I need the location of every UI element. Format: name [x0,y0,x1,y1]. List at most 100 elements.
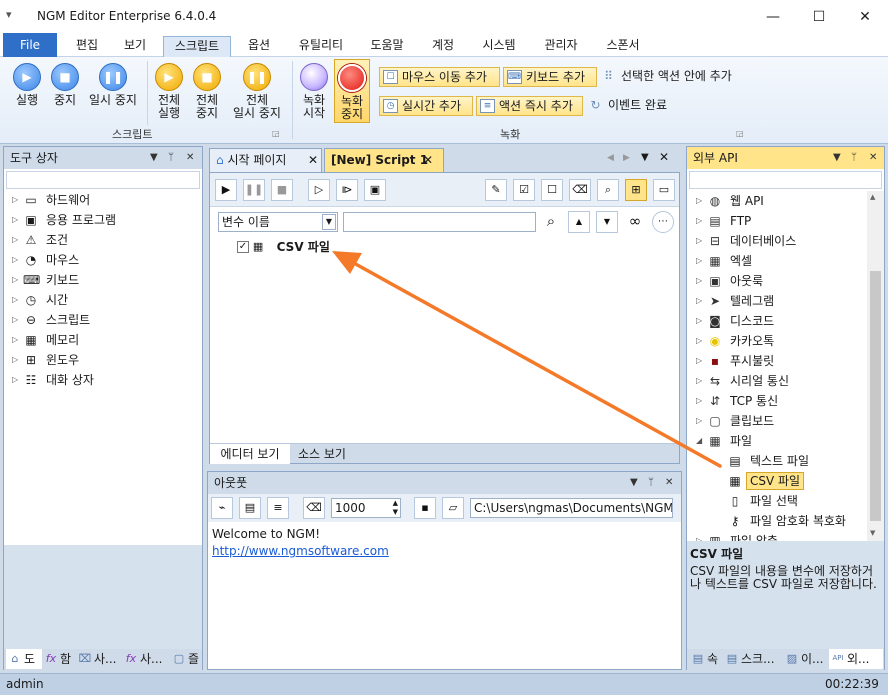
run-from-icon[interactable]: ⧐ [336,179,358,201]
menu-account[interactable]: 계정 [424,36,462,57]
api-subitem-file-encrypt[interactable]: ⚷ 파일 암호화 복호화 [716,511,866,531]
stop-icon[interactable]: ■ [271,179,293,201]
api-search-input[interactable] [689,171,882,189]
menu-view[interactable]: 보기 [114,36,156,57]
pause-icon[interactable]: ❚❚ [243,179,265,201]
menu-system[interactable]: 시스템 [474,36,524,57]
run-all-button[interactable]: ▶ 전체 실행 [150,63,188,120]
toolbox-item-script[interactable]: ▷ ⊖ 스크립트 [12,310,192,330]
expand-arrow-icon[interactable]: ▷ [12,370,18,390]
toolbox-item-memory[interactable]: ▷ ▦ 메모리 [12,330,192,350]
minimize-button[interactable]: — [750,0,796,33]
menu-edit[interactable]: 편집 [66,36,108,57]
expand-arrow-icon[interactable]: ◢ [696,431,702,451]
script-node-csv[interactable]: ✓ ▦ CSV 파일 [237,237,330,255]
expand-arrow-icon[interactable]: ▷ [12,310,18,330]
expand-arrow-icon[interactable]: ▷ [12,230,18,250]
menu-help[interactable]: 도움말 [362,36,412,57]
record-start-button[interactable]: 녹화 시작 [296,63,332,120]
pin-icon[interactable]: ᛘ [851,147,857,169]
api-item-database[interactable]: ▷ ⊟ 데이터베이스 [696,231,866,251]
api-item-file[interactable]: ◢ ▦ 파일 [696,431,866,451]
api-item-file-compress[interactable]: ▷ ▥ 파일 압축 [696,531,866,541]
api-item-web-api[interactable]: ▷ ◍ 웹 API [696,191,866,211]
pin-icon[interactable]: ᛘ [648,472,654,494]
window-menu-icon[interactable]: ▾ [6,8,12,21]
tab-user-1[interactable]: ⌧ 사... [76,649,122,669]
expand-arrow-icon[interactable]: ▷ [12,290,18,310]
tab-scroll-right-icon[interactable]: ▶ [623,153,630,163]
expand-arrow-icon[interactable]: ▷ [696,271,702,291]
tab-editor-view[interactable]: 에디터 보기 [210,444,290,464]
event-complete-button[interactable]: ↻ 이벤트 완료 [588,96,678,116]
toolbox-item-keyboard[interactable]: ▷ ⌨ 키보드 [12,270,192,290]
close-button[interactable]: ✕ [842,0,888,33]
api-item-ftp[interactable]: ▷ ▤ FTP [696,211,866,231]
output-link[interactable]: http://www.ngmsoftware.com [212,544,389,558]
stop-button[interactable]: ■ 중지 [46,63,84,107]
tab-start-page[interactable]: ⌂ 시작 페이지 ✕ [209,148,322,172]
toolbox-item-condition[interactable]: ▷ ⚠ 조건 [12,230,192,250]
api-item-discord[interactable]: ▷ ◙ 디스코드 [696,311,866,331]
expand-arrow-icon[interactable]: ▷ [12,250,18,270]
api-item-pushbullet[interactable]: ▷ ▪ 푸시불릿 [696,351,866,371]
close-tab-icon[interactable]: ✕ [423,149,433,171]
new-page-icon[interactable]: ▤ [239,497,261,519]
line-count-stepper[interactable]: 1000 ▲ ▼ [331,498,401,518]
tab-source-view[interactable]: 소스 보기 [292,444,352,464]
tab-list-icon[interactable]: ▼ [641,152,649,163]
expand-arrow-icon[interactable]: ▷ [696,231,702,251]
run-button[interactable]: ▶ 실행 [6,63,48,107]
toolbox-item-dialog[interactable]: ▷ ☷ 대화 상자 [12,370,192,390]
expand-arrow-icon[interactable]: ▷ [696,291,702,311]
move-down-icon[interactable]: ▼ [596,211,618,233]
close-panel-icon[interactable]: ✕ [869,147,877,169]
api-item-outlook[interactable]: ▷ ▣ 아웃룩 [696,271,866,291]
expand-arrow-icon[interactable]: ▷ [696,311,702,331]
dropdown-icon[interactable]: ▼ [833,147,841,169]
toolbox-item-application[interactable]: ▷ ▣ 응용 프로그램 [12,210,192,230]
expand-arrow-icon[interactable]: ▷ [696,191,702,211]
add-in-selected-action-button[interactable]: ⠿ 선택한 액션 안에 추가 [601,67,751,87]
api-subitem-file-select[interactable]: ▯ 파일 선택 [716,491,866,511]
expand-arrow-icon[interactable]: ▷ [12,350,18,370]
tab-external-api[interactable]: API 외... [829,649,883,669]
expand-arrow-icon[interactable]: ▷ [696,351,702,371]
clear-icon[interactable]: ⌁ [211,497,233,519]
api-subitem-text-file[interactable]: ▤ 텍스트 파일 [716,451,866,471]
output-path-field[interactable]: C:\Users\ngmas\Documents\NGM6\ [470,498,673,518]
scroll-up-icon[interactable]: ▲ [870,193,875,201]
pin-icon[interactable]: ᛘ [168,147,174,169]
stepper-arrows-icon[interactable]: ▲ ▼ [393,499,398,517]
edit-icon[interactable]: ✎ [485,179,507,201]
api-subitem-csv-file[interactable]: ▦ CSV 파일 [716,471,866,491]
folder-icon[interactable]: ▱ [442,497,464,519]
tab-functions[interactable]: fx 함 [42,649,76,669]
tab-properties[interactable]: ▤ 속 [689,649,723,669]
expand-arrow-icon[interactable]: ▷ [12,210,18,230]
delete-icon[interactable]: ⌫ [569,179,591,201]
eraser-icon[interactable]: ⌫ [303,497,325,519]
expand-arrow-icon[interactable]: ▷ [12,270,18,290]
menu-sponsor[interactable]: 스폰서 [598,36,648,57]
api-item-serial[interactable]: ▷ ⇆ 시리얼 통신 [696,371,866,391]
expand-arrow-icon[interactable]: ▷ [696,531,702,541]
tab-favorites[interactable]: ▢ 즐 [170,649,202,669]
tree-view-icon[interactable]: ⊞ [625,179,647,201]
expand-arrow-icon[interactable]: ▷ [12,190,18,210]
toolbox-item-mouse[interactable]: ▷ ◔ 마우스 [12,250,192,270]
tab-toolbox[interactable]: ⌂ 도 [6,649,42,669]
api-item-tcp[interactable]: ▷ ⇵ TCP 통신 [696,391,866,411]
maximize-button[interactable]: ☐ [796,0,842,33]
script-group-expand-icon[interactable]: ◲ [272,129,280,138]
pause-all-button[interactable]: ❚❚ 전체 일시 중지 [228,63,286,120]
expand-arrow-icon[interactable]: ▷ [696,331,702,351]
menu-file[interactable]: File [3,33,57,57]
tab-images[interactable]: ▨ 이... [783,649,827,669]
toolbox-item-time[interactable]: ▷ ◷ 시간 [12,290,192,310]
search-icon[interactable]: ⌕ [540,211,562,233]
close-doc-icon[interactable]: ✕ [659,150,669,164]
wrap-icon[interactable]: ≡ [267,497,289,519]
search-icon[interactable]: ⌕ [597,179,619,201]
expand-arrow-icon[interactable]: ▷ [696,251,702,271]
